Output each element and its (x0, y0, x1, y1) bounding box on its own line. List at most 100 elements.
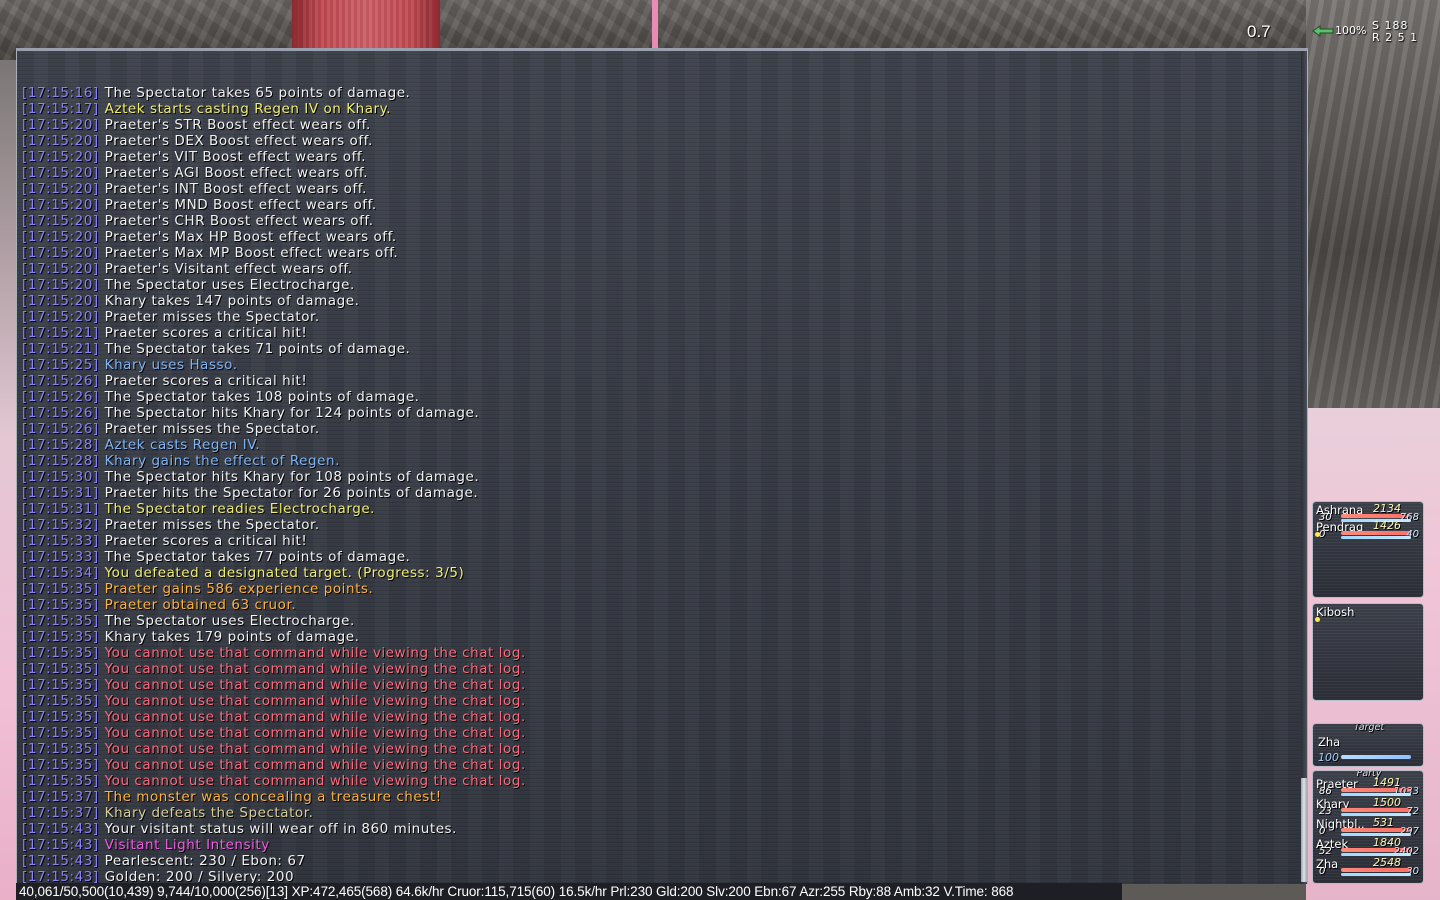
chat-timestamp: [17:15:20] (22, 149, 99, 165)
member-mp-fill (1341, 536, 1411, 539)
chat-timestamp: [17:15:26] (22, 421, 99, 437)
chat-line: [17:15:28] Khary gains the effect of Rege… (22, 453, 526, 469)
chat-line: [17:15:20] Praeter's Visitant effect wear… (22, 261, 526, 277)
chat-message: Praeter gains 586 experience points. (104, 581, 374, 597)
member-hp-bar (1341, 808, 1411, 812)
chat-timestamp: [17:15:43] (22, 837, 99, 853)
chat-timestamp: [17:15:20] (22, 293, 99, 309)
chat-timestamp: [17:15:43] (22, 869, 99, 884)
member-hp-fill (1341, 808, 1411, 812)
chat-line: [17:15:20] The Spectator uses Electrochar… (22, 277, 526, 293)
chat-line: [17:15:26] The Spectator hits Khary for 1… (22, 405, 526, 421)
chat-timestamp: [17:15:33] (22, 533, 99, 549)
chat-line: [17:15:33] The Spectator takes 77 points … (22, 549, 526, 565)
chat-line: [17:15:20] Praeter's VIT Boost effect wea… (22, 149, 526, 165)
chat-message: Pearlescent: 230 / Ebon: 67 (104, 853, 306, 869)
chat-message: The Spectator hits Khary for 108 points … (104, 469, 480, 485)
chat-message: Aztek starts casting Regen IV on Khary. (104, 101, 392, 117)
chat-scrollbar-thumb[interactable] (1301, 778, 1307, 882)
chat-message: The Spectator uses Electrocharge. (104, 277, 355, 293)
member-name[interactable]: Kibosh (1316, 605, 1354, 619)
chat-line: [17:15:21] Praeter scores a critical hit! (22, 325, 526, 341)
chat-log-lines: [17:15:16] The Spectator takes 65 points … (22, 85, 526, 884)
chat-message: The Spectator takes 65 points of damage. (104, 85, 411, 101)
chat-line: [17:15:43] Your visitant status will wear… (22, 821, 526, 837)
chat-scrollbar[interactable] (1301, 51, 1307, 884)
chat-timestamp: [17:15:35] (22, 661, 99, 677)
chat-line: [17:15:35] Praeter obtained 63 cruor. (22, 597, 526, 613)
chat-timestamp: [17:15:35] (22, 581, 99, 597)
chat-line: [17:15:20] Khary takes 147 points of dama… (22, 293, 526, 309)
chat-message: Praeter's DEX Boost effect wears off. (104, 133, 373, 149)
chat-timestamp: [17:15:35] (22, 773, 99, 789)
chat-timestamp: [17:15:35] (22, 741, 99, 757)
chat-line: [17:15:35] You cannot use that command wh… (22, 661, 526, 677)
member-hp-fill (1341, 868, 1411, 872)
chat-timestamp: [17:15:35] (22, 757, 99, 773)
member-tp-value: 23 (1319, 806, 1332, 817)
chat-timestamp: [17:15:37] (22, 789, 99, 805)
leader-dot (1315, 617, 1320, 622)
leader-dot (1315, 532, 1320, 537)
chat-line: [17:15:43] Visitant Light Intensity (22, 837, 526, 853)
chat-line: [17:15:37] Khary defeats the Spectator. (22, 805, 526, 821)
chat-timestamp: [17:15:43] (22, 821, 99, 837)
chat-timestamp: [17:15:35] (22, 709, 99, 725)
chat-line: [17:15:35] You cannot use that command wh… (22, 757, 526, 773)
member-tp-value: 86 (1319, 786, 1332, 797)
chat-timestamp: [17:15:20] (22, 245, 99, 261)
chat-message: You defeated a designated target. (Progr… (104, 565, 465, 581)
chat-message: You cannot use that command while viewin… (104, 757, 526, 773)
chat-line: [17:15:35] You cannot use that command wh… (22, 725, 526, 741)
member-hp-bar (1341, 531, 1411, 535)
chat-timestamp: [17:15:21] (22, 341, 99, 357)
chat-message: Praeter's AGI Boost effect wears off. (104, 165, 369, 181)
chat-message: Visitant Light Intensity (104, 837, 270, 853)
chat-line: [17:15:26] The Spectator takes 108 points… (22, 389, 526, 405)
chat-message: Golden: 200 / Silvery: 200 (104, 869, 295, 884)
experience-status-bar: 40,061/50,500(10,439) 9,744/10,000(256)[… (16, 883, 1122, 900)
target-panel[interactable]: Target Zha 100 (1312, 723, 1424, 767)
chat-message: Praeter's Max HP Boost effect wears off. (104, 229, 397, 245)
chat-line: [17:15:37] The monster was concealing a t… (22, 789, 526, 805)
chat-message: Praeter's STR Boost effect wears off. (104, 117, 371, 133)
chat-timestamp: [17:15:20] (22, 117, 99, 133)
member-tp-value: 52 (1319, 846, 1332, 857)
chat-message: Praeter misses the Spectator. (104, 309, 320, 325)
chat-message: Praeter scores a critical hit! (104, 533, 308, 549)
chat-timestamp: [17:15:35] (22, 725, 99, 741)
chat-timestamp: [17:15:20] (22, 197, 99, 213)
compass-arrow-icon (1312, 25, 1334, 37)
chat-message: Praeter scores a critical hit! (104, 373, 308, 389)
chat-line: [17:15:34] You defeated a designated targ… (22, 565, 526, 581)
pink-pole (652, 0, 658, 50)
chat-message: Khary takes 147 points of damage. (104, 293, 360, 309)
chat-line: [17:15:43] Golden: 200 / Silvery: 200 (22, 869, 526, 884)
chat-line: [17:15:20] Praeter's Max MP Boost effect … (22, 245, 526, 261)
chat-timestamp: [17:15:20] (22, 133, 99, 149)
target-header: Target (1353, 723, 1385, 733)
chat-timestamp: [17:15:35] (22, 629, 99, 645)
chat-line: [17:15:43] Pearlescent: 230 / Ebon: 67 (22, 853, 526, 869)
chat-timestamp: [17:15:33] (22, 549, 99, 565)
chat-line: [17:15:20] Praeter's AGI Boost effect wea… (22, 165, 526, 181)
chat-line: [17:15:35] Khary takes 179 points of dama… (22, 629, 526, 645)
chat-line: [17:15:25] Khary uses Hasso. (22, 357, 526, 373)
chat-message: You cannot use that command while viewin… (104, 645, 526, 661)
chat-message: The Spectator uses Electrocharge. (104, 613, 355, 629)
chat-timestamp: [17:15:35] (22, 597, 99, 613)
member-mp-fill (1341, 873, 1411, 876)
chat-line: [17:15:35] You cannot use that command wh… (22, 709, 526, 725)
chat-message: Khary gains the effect of Regen. (104, 453, 340, 469)
member-hp-fill (1341, 531, 1411, 535)
chat-line: [17:15:31] The Spectator readies Electroc… (22, 501, 526, 517)
member-tp-value: 0 (1319, 866, 1326, 877)
chat-log-window[interactable]: [17:15:16] The Spectator takes 65 points … (16, 48, 1308, 884)
chat-message: The Spectator hits Khary for 124 points … (104, 405, 480, 421)
chat-line: [17:15:26] Praeter scores a critical hit! (22, 373, 526, 389)
chat-message: The Spectator takes 108 points of damage… (104, 389, 420, 405)
chat-timestamp: [17:15:20] (22, 213, 99, 229)
chat-line: [17:15:35] You cannot use that command wh… (22, 693, 526, 709)
chat-timestamp: [17:15:26] (22, 389, 99, 405)
chat-timestamp: [17:15:35] (22, 645, 99, 661)
